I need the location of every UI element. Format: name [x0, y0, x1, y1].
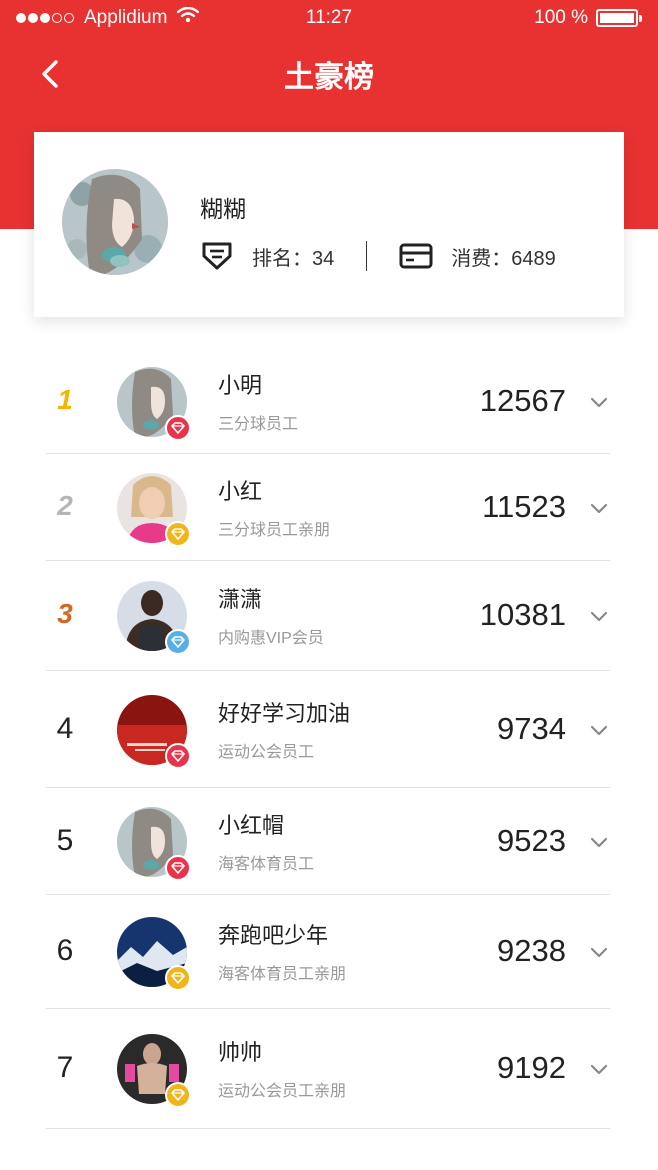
stats-divider [366, 241, 368, 271]
ranking-row[interactable]: 3 潇潇内购惠VIP会员 10381 [46, 561, 610, 671]
rank-score: 9523 [497, 822, 566, 858]
spend-text: 消费：6489 [451, 247, 556, 270]
diamond-badge-icon [165, 854, 191, 881]
rank-number: 3 [57, 598, 73, 629]
ranking-row[interactable]: 5 小红帽海客体育员工 9523 [46, 788, 610, 895]
rank-score: 12567 [479, 383, 566, 418]
rank-number: 1 [57, 384, 73, 415]
rank-name: 好好学习加油 [218, 700, 351, 726]
battery-percent: 100 % [534, 7, 588, 28]
rank-score: 11523 [482, 488, 566, 524]
rank-avatar[interactable] [117, 472, 191, 547]
ranking-row[interactable]: 6 奔跑吧少年海客体育员工亲朋 9238 [46, 895, 610, 1009]
rank-subtitle: 运动公会员工 [218, 743, 315, 761]
rank-avatar[interactable] [117, 917, 191, 991]
diamond-badge-icon [165, 520, 191, 547]
rank-avatar[interactable] [117, 367, 191, 441]
profile-name: 糊糊 [200, 196, 246, 222]
chevron-down-icon[interactable] [588, 941, 610, 963]
rank-avatar[interactable] [117, 1034, 191, 1108]
ranking-list: 1 小明三分球员工 12567 2 小红三分球员工亲朋 11523 3 潇潇内购惠VIP会员 1… [46, 350, 610, 1129]
status-right: 100 % [534, 7, 642, 29]
rank-name: 小明 [218, 373, 263, 398]
profile-stats: 排名：34 消费：6489 [200, 236, 556, 276]
rank-number: 7 [56, 1051, 74, 1084]
card-icon [399, 239, 433, 273]
rank-name: 奔跑吧少年 [218, 923, 329, 948]
rank-subtitle: 海客体育员工亲朋 [218, 966, 347, 983]
diamond-badge-icon [165, 742, 191, 769]
spend-stat: 消费：6489 [399, 239, 556, 273]
rank-avatar[interactable] [117, 581, 191, 655]
nav-bar: 土豪榜 [0, 40, 658, 104]
rank-score: 9192 [497, 1050, 566, 1085]
chevron-down-icon[interactable] [588, 497, 610, 519]
battery-icon [596, 9, 642, 27]
rank-text: 排名：34 [252, 247, 335, 270]
chevron-down-icon[interactable] [588, 831, 610, 853]
profile-card: 糊糊 排名：34 消费：6489 [34, 132, 624, 317]
diamond-badge-icon [165, 629, 191, 655]
rank-subtitle: 海客体育员工 [218, 855, 315, 873]
rank-stat: 排名：34 [200, 239, 334, 273]
rank-number: 5 [56, 823, 74, 857]
rank-score: 9238 [497, 933, 566, 968]
rank-subtitle: 运动公会员工亲朋 [218, 1083, 347, 1100]
profile-avatar[interactable] [62, 169, 168, 275]
chevron-down-icon[interactable] [588, 605, 610, 627]
chevron-down-icon[interactable] [588, 391, 610, 413]
status-bar: Applidium 11:27 100 % [0, 0, 658, 36]
rank-badge-icon [200, 239, 234, 273]
rank-avatar[interactable] [117, 694, 191, 769]
rank-name: 潇潇 [218, 587, 263, 612]
ranking-row[interactable]: 4 好好学习加油运动公会员工 9734 [46, 671, 610, 788]
rank-score: 10381 [479, 597, 566, 632]
diamond-badge-icon [165, 965, 191, 991]
rank-score: 9734 [497, 710, 566, 746]
chevron-down-icon[interactable] [588, 1058, 610, 1080]
rank-name: 小红 [218, 478, 263, 504]
diamond-badge-icon [165, 415, 191, 441]
ranking-row[interactable]: 1 小明三分球员工 12567 [46, 350, 610, 454]
rank-subtitle: 内购惠VIP会员 [218, 630, 324, 647]
rank-name: 帅帅 [218, 1040, 263, 1065]
rank-subtitle: 三分球员工亲朋 [218, 521, 331, 539]
rank-number: 4 [56, 711, 74, 745]
ranking-row[interactable]: 7 帅帅运动公会员工亲朋 9192 [46, 1009, 610, 1129]
rank-avatar[interactable] [117, 806, 191, 881]
diamond-badge-icon [165, 1082, 191, 1108]
rank-name: 小红帽 [218, 812, 285, 838]
rank-subtitle: 三分球员工 [218, 416, 299, 433]
rank-number: 6 [56, 934, 74, 967]
ranking-row[interactable]: 2 小红三分球员工亲朋 11523 [46, 454, 610, 561]
page-title: 土豪榜 [284, 61, 374, 94]
rank-number: 2 [57, 489, 73, 521]
chevron-down-icon[interactable] [588, 719, 610, 741]
